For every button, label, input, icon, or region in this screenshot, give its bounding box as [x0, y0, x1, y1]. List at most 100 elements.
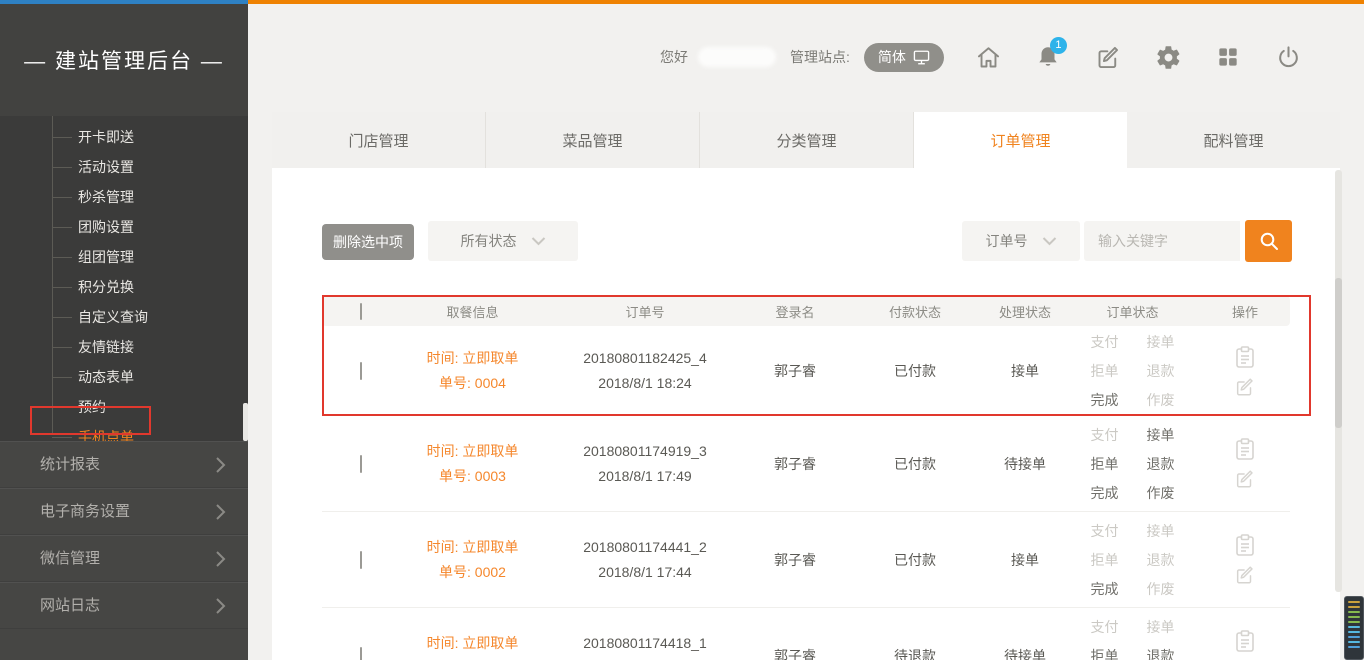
table-row: 时间: 立即取单单号: 000220180801174441_22018/8/1… [322, 512, 1290, 608]
search-field-select[interactable]: 订单号 [962, 221, 1080, 261]
order-action-disabled: 作废 [1144, 390, 1178, 410]
order-status-actions: 支付接单拒单退款完成作废 [1065, 332, 1200, 410]
search-icon [1257, 229, 1281, 253]
sidebar-item[interactable]: 动态表单 [0, 362, 248, 392]
table-body: 时间: 立即取单单号: 000420180801182425_42018/8/1… [322, 326, 1290, 660]
order-action-enabled[interactable]: 完成 [1088, 579, 1122, 599]
sidebar-item[interactable]: 组团管理 [0, 242, 248, 272]
order-action-enabled[interactable]: 完成 [1088, 390, 1122, 410]
minimap-stripe [1348, 646, 1360, 648]
order-action-enabled[interactable]: 退款 [1144, 454, 1178, 474]
login-name: 郭子睿 [745, 646, 845, 660]
tab-bar: 门店管理菜品管理分类管理订单管理配料管理 [272, 112, 1340, 168]
tab-item[interactable]: 配料管理 [1127, 112, 1340, 168]
login-name: 郭子睿 [745, 454, 845, 474]
search-button[interactable] [1245, 220, 1292, 262]
notification-badge: 1 [1050, 37, 1067, 54]
order-id: 20180801174919_32018/8/1 17:49 [545, 439, 745, 489]
order-edit-icon[interactable] [1234, 564, 1256, 586]
order-action-enabled[interactable]: 拒单 [1088, 454, 1122, 474]
delete-selected-button[interactable]: 删除选中项 [322, 224, 414, 260]
home-icon[interactable] [974, 43, 1003, 72]
row-checkbox[interactable] [360, 647, 362, 660]
order-action-disabled: 拒单 [1088, 361, 1122, 381]
sidebar-scrollbar-thumb[interactable] [243, 403, 248, 441]
minimap-stripe [1348, 616, 1360, 618]
tab-item[interactable]: 门店管理 [272, 112, 486, 168]
col-header: 取餐信息 [400, 302, 545, 321]
tab-active[interactable]: 订单管理 [914, 112, 1127, 168]
order-detail-icon[interactable] [1234, 629, 1256, 653]
sidebar-section[interactable]: 电子商务设置 [0, 488, 248, 535]
order-action-enabled[interactable]: 接单 [1144, 425, 1178, 445]
app-title: — 建站管理后台 — [0, 4, 248, 116]
language-button[interactable]: 简体 [864, 43, 944, 72]
topbar-orange-accent [248, 0, 1364, 4]
top-header: 您好 管理站点: 简体 1 [660, 38, 1303, 76]
pay-status: 已付款 [845, 550, 985, 570]
status-filter-select[interactable]: 所有状态 [428, 221, 578, 261]
sidebar-item[interactable]: 秒杀管理 [0, 182, 248, 212]
process-status: 接单 [985, 550, 1065, 570]
sidebar-item[interactable]: 友情链接 [0, 332, 248, 362]
order-action-enabled[interactable]: 拒单 [1088, 646, 1122, 660]
minimap-stripe [1348, 621, 1360, 623]
take-info: 时间: 立即取单单号: 0004 [400, 346, 545, 396]
take-info: 时间: 立即取单单号: 0003 [400, 439, 545, 489]
keyword-input[interactable] [1084, 221, 1240, 261]
take-info: 时间: 立即取单单号: 0001 [400, 631, 545, 660]
sidebar-item[interactable]: 积分兑换 [0, 272, 248, 302]
col-header: 付款状态 [845, 302, 985, 321]
order-action-disabled: 支付 [1088, 521, 1122, 541]
row-checkbox[interactable] [360, 551, 362, 569]
chevron-right-icon [215, 550, 226, 568]
order-status-actions: 支付接单拒单退款完成作废 [1065, 617, 1200, 660]
site-label: 管理站点: [790, 47, 850, 67]
row-checkbox[interactable] [360, 362, 362, 380]
order-edit-icon[interactable] [1234, 376, 1256, 398]
minimap-widget [1344, 596, 1364, 660]
col-header: 订单状态 [1065, 302, 1200, 321]
tab-item[interactable]: 分类管理 [700, 112, 914, 168]
compose-edit-icon[interactable] [1094, 43, 1123, 72]
tab-item[interactable]: 菜品管理 [486, 112, 700, 168]
sidebar-item[interactable]: 预约 [0, 392, 248, 422]
row-operations [1200, 437, 1290, 490]
select-all-checkbox[interactable] [360, 303, 362, 320]
content-scrollbar[interactable] [1335, 170, 1342, 592]
order-action-disabled: 支付 [1088, 332, 1122, 352]
minimap-stripe [1348, 606, 1360, 608]
minimap-stripe [1348, 631, 1360, 633]
table-row: 时间: 立即取单单号: 000420180801182425_42018/8/1… [322, 326, 1290, 416]
content-scrollbar-thumb[interactable] [1335, 278, 1342, 428]
sidebar-section[interactable]: 微信管理 [0, 535, 248, 582]
order-action-enabled[interactable]: 退款 [1144, 646, 1178, 660]
order-detail-icon[interactable] [1234, 437, 1256, 461]
order-action-enabled[interactable]: 完成 [1088, 483, 1122, 503]
sidebar-item[interactable]: 活动设置 [0, 152, 248, 182]
row-checkbox[interactable] [360, 455, 362, 473]
order-action-enabled[interactable]: 作废 [1144, 483, 1178, 503]
pay-status: 已付款 [845, 361, 985, 381]
sidebar-section[interactable]: 统计报表 [0, 441, 248, 488]
sidebar-item[interactable]: 开卡即送 [0, 122, 248, 152]
row-operations [1200, 345, 1290, 398]
sidebar-item[interactable]: 自定义查询 [0, 302, 248, 332]
order-detail-icon[interactable] [1234, 345, 1256, 369]
sidebar-section-label: 电子商务设置 [40, 503, 130, 520]
settings-gear-icon[interactable] [1154, 43, 1183, 72]
minimap-stripe [1348, 611, 1360, 613]
login-name: 郭子睿 [745, 361, 845, 381]
sidebar-menu: 开卡即送活动设置秒杀管理团购设置组团管理积分兑换自定义查询友情链接动态表单预约手… [0, 116, 248, 447]
power-logout-icon[interactable] [1274, 43, 1303, 72]
monitor-icon [913, 50, 930, 65]
sidebar-section[interactable]: 网站日志 [0, 582, 248, 629]
order-detail-icon[interactable] [1234, 533, 1256, 557]
greeting-text: 您好 [660, 47, 688, 67]
apps-grid-icon[interactable] [1214, 43, 1243, 72]
process-status: 待接单 [985, 454, 1065, 474]
order-edit-icon[interactable] [1234, 468, 1256, 490]
language-label: 简体 [878, 47, 906, 67]
sidebar-item[interactable]: 团购设置 [0, 212, 248, 242]
notifications-bell-icon[interactable]: 1 [1034, 43, 1063, 72]
